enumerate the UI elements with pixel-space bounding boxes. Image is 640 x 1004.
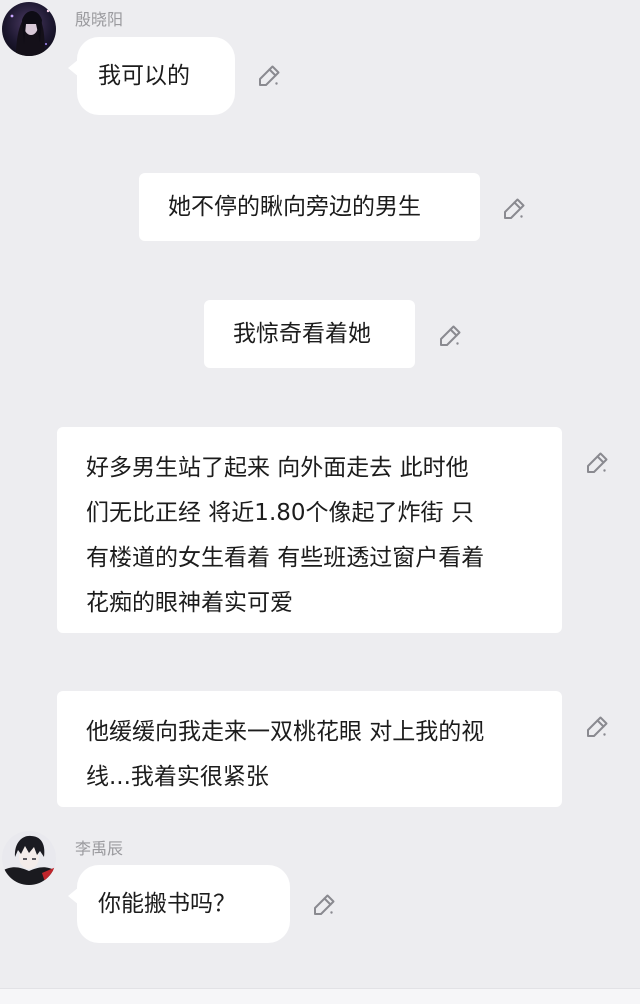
edit-pen-icon[interactable] bbox=[584, 714, 610, 740]
chat-bubble[interactable]: 我可以的 bbox=[68, 37, 235, 115]
narration-bubble[interactable]: 她不停的瞅向旁边的男生 bbox=[139, 173, 480, 241]
avatar-li-yuchen[interactable] bbox=[2, 831, 56, 885]
sender-name: 李禹辰 bbox=[75, 839, 124, 858]
edit-pen-icon[interactable] bbox=[311, 892, 337, 918]
narration-bubble[interactable]: 他缓缓向我走来一双桃花眼 对上我的视 线...我着实很紧张 bbox=[57, 691, 562, 807]
narration-line: 他缓缓向我走来一双桃花眼 对上我的视 bbox=[86, 719, 485, 745]
narration-line: 有楼道的女生看着 有些班透过窗户看着 bbox=[86, 545, 485, 571]
avatar-yin-xiaoyang[interactable] bbox=[2, 2, 56, 56]
bottom-input-bar[interactable] bbox=[0, 988, 640, 1004]
narration-line: 们无比正经 将近1.80个像起了炸街 只 bbox=[86, 500, 474, 526]
edit-pen-icon[interactable] bbox=[501, 196, 527, 222]
narration-bubble[interactable]: 好多男生站了起来 向外面走去 此时他 们无比正经 将近1.80个像起了炸街 只 … bbox=[57, 427, 562, 633]
narration-line: 线...我着实很紧张 bbox=[86, 764, 269, 790]
chat-screen: 殷晓阳 我可以的 她不停的瞅向旁边的男生 我惊奇看着她 好多男生站了起来 向外面… bbox=[0, 0, 640, 1004]
narration-bubble[interactable]: 我惊奇看着她 bbox=[204, 300, 415, 368]
narration-line: 花痴的眼神着实可爱 bbox=[86, 590, 293, 616]
edit-pen-icon[interactable] bbox=[256, 63, 282, 89]
edit-pen-icon[interactable] bbox=[584, 450, 610, 476]
sender-name: 殷晓阳 bbox=[75, 10, 124, 29]
edit-pen-icon[interactable] bbox=[437, 323, 463, 349]
narration-line: 好多男生站了起来 向外面走去 此时他 bbox=[86, 455, 469, 481]
chat-bubble[interactable]: 你能搬书吗？ bbox=[68, 865, 290, 943]
